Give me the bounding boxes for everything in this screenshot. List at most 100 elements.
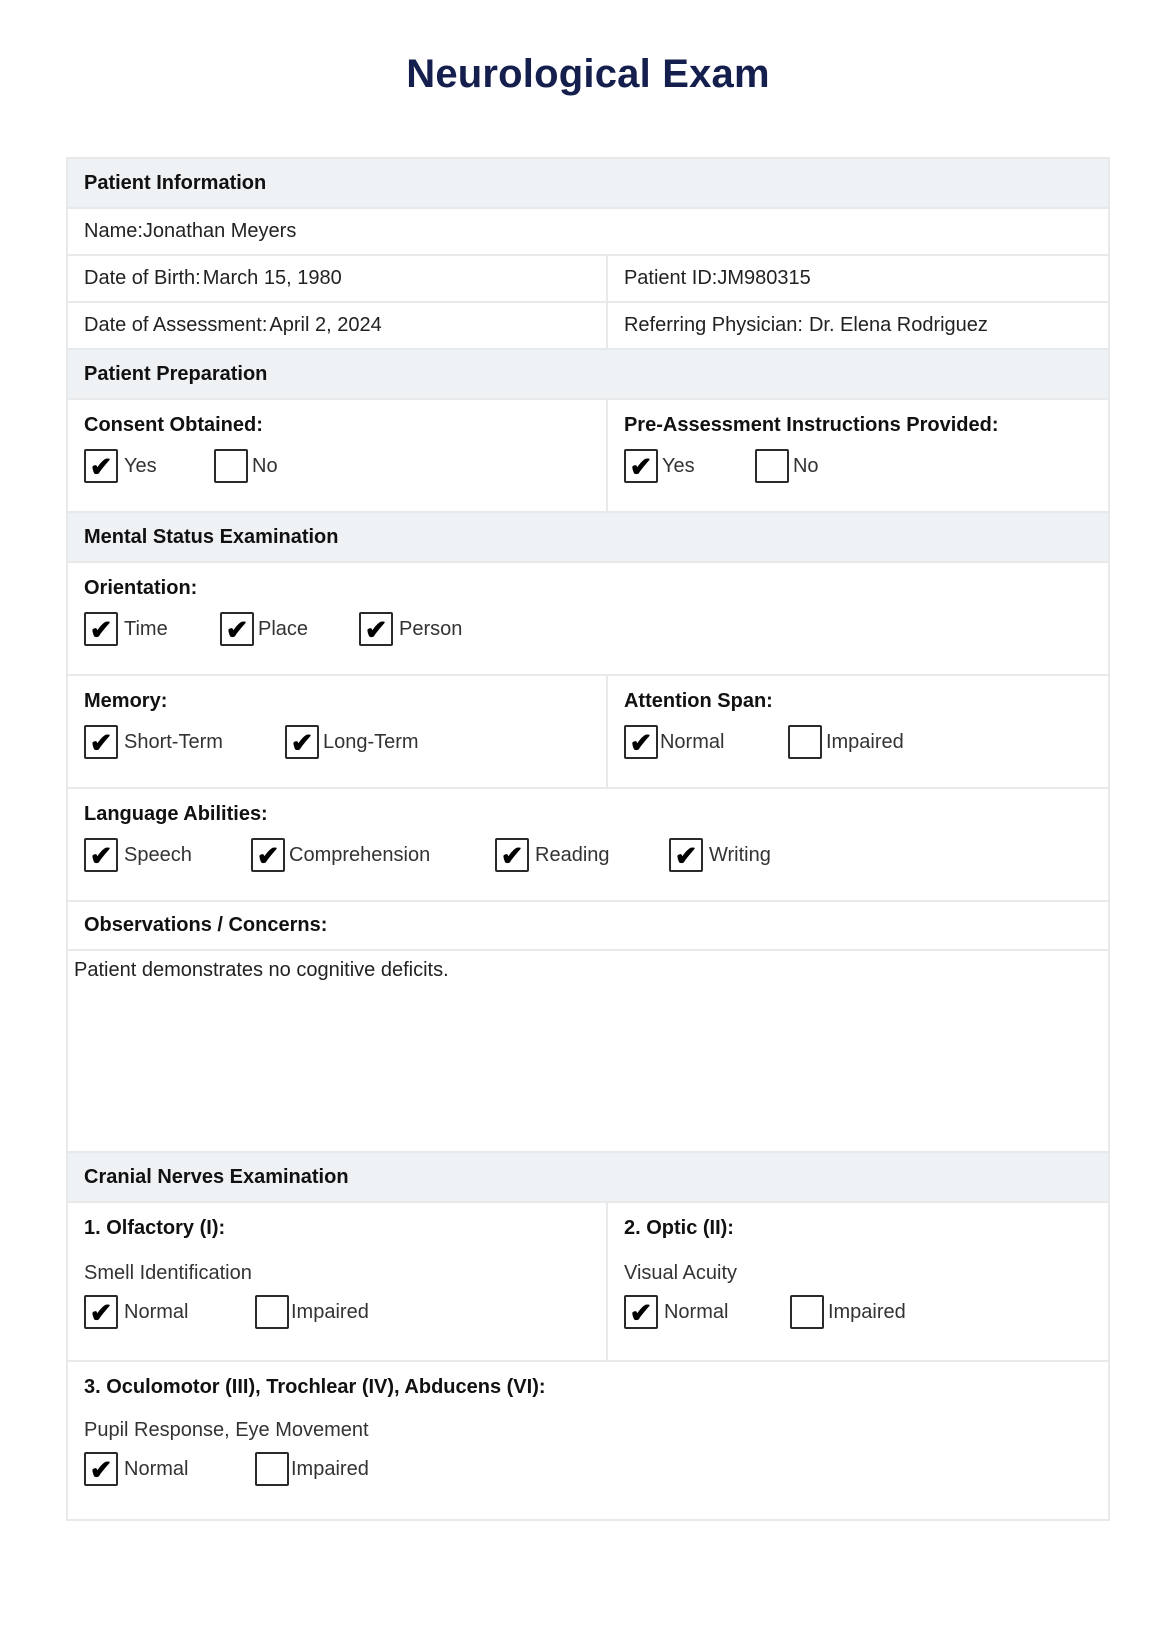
checkbox-box[interactable] [214,449,248,483]
dob-value[interactable]: March 15, 1980 [203,267,342,290]
checkbox-box[interactable]: ✔ [285,725,319,759]
checkbox-label: Long-Term [323,730,419,753]
name-field: Name: Jonathan Meyers [68,209,1108,254]
checkbox-box[interactable]: ✔ [623,725,658,759]
assessment-date-label: Date of Assessment: [84,314,268,336]
oculomotor-impaired-checkbox[interactable]: Impaired [255,1452,369,1486]
olfactory-impaired-checkbox[interactable]: Impaired [255,1295,369,1329]
olfactory-test-label: Smell Identification [84,1262,252,1284]
observations-header-row: Observations / Concerns: [68,902,1108,951]
language-title: Language Abilities: [84,803,268,825]
orientation-place-checkbox[interactable]: ✔ Place [220,612,359,646]
checkbox-box[interactable] [255,1295,289,1329]
document-title: Neurological Exam [406,52,770,96]
attention-options: ✔ Normal Impaired [623,725,1108,759]
olfactory-normal-checkbox[interactable]: ✔ Normal [84,1295,255,1329]
consent-title: Consent Obtained: [84,414,263,436]
checkbox-box[interactable]: ✔ [84,449,118,483]
section-header-cranial-nerves: Cranial Nerves Examination [68,1153,1108,1203]
oculomotor-test-label: Pupil Response, Eye Movement [84,1419,369,1441]
checkbox-box[interactable]: ✔ [251,838,285,872]
language-group: Language Abilities: ✔ Speech ✔ Comprehen… [68,789,1108,900]
assessment-physician-row: Date of Assessment: April 2, 2024 Referri… [68,303,1108,350]
attention-normal-checkbox[interactable]: ✔ Normal [623,725,788,759]
instructions-title: Pre-Assessment Instructions Provided: [623,414,999,436]
checkbox-box[interactable]: ✔ [220,612,254,646]
olfactory-options: ✔ Normal Impaired [84,1295,606,1329]
checkbox-label: Impaired [827,1300,906,1323]
attention-impaired-checkbox[interactable]: Impaired [787,725,904,759]
checkbox-box[interactable]: ✔ [84,838,118,872]
checkbox-box[interactable]: ✔ [84,1295,118,1329]
dob-label: Date of Birth: [84,267,201,289]
checkbox-label: Impaired [291,1300,369,1323]
language-options: ✔ Speech ✔ Comprehension ✔ Reading ✔ Wri… [84,838,1108,872]
patient-id-value[interactable]: JM980315 [717,267,810,290]
checkbox-box[interactable] [754,449,789,483]
checkbox-box[interactable]: ✔ [669,838,703,872]
checkbox-box[interactable]: ✔ [623,449,658,483]
checkbox-box[interactable] [787,725,822,759]
language-comprehension-checkbox[interactable]: ✔ Comprehension [251,838,495,872]
language-speech-checkbox[interactable]: ✔ Speech [84,838,251,872]
memory-group: Memory: ✔ Short-Term ✔ Long-Term [68,676,606,787]
language-row: Language Abilities: ✔ Speech ✔ Comprehen… [68,789,1108,902]
optic-test-label: Visual Acuity [623,1262,737,1284]
assessment-date-field: Date of Assessment: April 2, 2024 [68,303,606,348]
observations-textarea[interactable]: Patient demonstrates no cognitive defici… [68,951,1108,1151]
language-writing-checkbox[interactable]: ✔ Writing [669,838,771,872]
checkbox-box[interactable]: ✔ [623,1295,658,1329]
checkbox-box[interactable]: ✔ [84,725,118,759]
optic-normal-checkbox[interactable]: ✔ Normal [623,1295,790,1329]
optic-impaired-checkbox[interactable]: Impaired [789,1295,906,1329]
checkmark-icon: ✔ [89,451,113,482]
orientation-person-checkbox[interactable]: ✔ Person [359,612,462,646]
checkbox-box[interactable] [789,1295,824,1329]
checkbox-label: Reading [535,843,610,866]
memory-short-term-checkbox[interactable]: ✔ Short-Term [84,725,285,759]
checkbox-label: Comprehension [289,843,431,866]
name-label: Name: [84,220,143,242]
orientation-time-checkbox[interactable]: ✔ Time [84,612,220,646]
patient-id-field: Patient ID: JM980315 [605,256,1108,301]
checkbox-box[interactable] [255,1452,289,1486]
instructions-options: ✔ Yes No [623,449,1108,483]
attention-group: Attention Span: ✔ Normal Impaired [605,676,1108,787]
oculomotor-group: 3. Oculomotor (III), Trochlear (IV), Abd… [68,1362,1108,1519]
name-value[interactable]: Jonathan Meyers [143,220,296,243]
oculomotor-normal-checkbox[interactable]: ✔ Normal [84,1452,255,1486]
checkbox-label: Normal [124,1300,189,1323]
consent-yes-checkbox[interactable]: ✔ Yes [84,449,214,483]
name-row: Name: Jonathan Meyers [68,209,1108,256]
patient-id-label: Patient ID: [623,267,718,289]
checkbox-label: Impaired [825,730,904,753]
memory-attention-row: Memory: ✔ Short-Term ✔ Long-Term Attenti… [68,676,1108,789]
assessment-date-value[interactable]: April 2, 2024 [269,314,381,337]
orientation-row: Orientation: ✔ Time ✔ Place ✔ Person [68,563,1108,676]
dob-field: Date of Birth: March 15, 1980 [68,256,606,301]
checkmark-icon: ✔ [89,1297,113,1328]
checkbox-label: Impaired [291,1457,369,1480]
observations-title: Observations / Concerns: [84,914,328,936]
instructions-yes-checkbox[interactable]: ✔ Yes [623,449,755,483]
referring-physician-value[interactable]: Dr. Elena Rodriguez [809,314,988,337]
checkmark-icon: ✔ [629,727,653,758]
checkbox-box[interactable]: ✔ [495,838,529,872]
checkbox-box[interactable]: ✔ [84,612,118,646]
checkbox-label: Yes [661,454,695,477]
preparation-row: Consent Obtained: ✔ Yes No Pre-Assessmen… [68,400,1108,513]
language-reading-checkbox[interactable]: ✔ Reading [495,838,669,872]
checkbox-box[interactable]: ✔ [359,612,393,646]
optic-group: 2. Optic (II): Visual Acuity ✔ Normal Im… [605,1203,1108,1360]
orientation-group: Orientation: ✔ Time ✔ Place ✔ Person [68,563,1108,674]
checkmark-icon: ✔ [629,1297,653,1328]
memory-long-term-checkbox[interactable]: ✔ Long-Term [285,725,419,759]
instructions-no-checkbox[interactable]: No [754,449,819,483]
checkmark-icon: ✔ [364,614,388,645]
section-header-patient-preparation: Patient Preparation [68,350,1108,400]
checkbox-label: Writing [709,843,771,866]
consent-group: Consent Obtained: ✔ Yes No [68,400,606,511]
consent-no-checkbox[interactable]: No [214,449,278,483]
memory-title: Memory: [84,690,168,712]
checkbox-box[interactable]: ✔ [84,1452,118,1486]
